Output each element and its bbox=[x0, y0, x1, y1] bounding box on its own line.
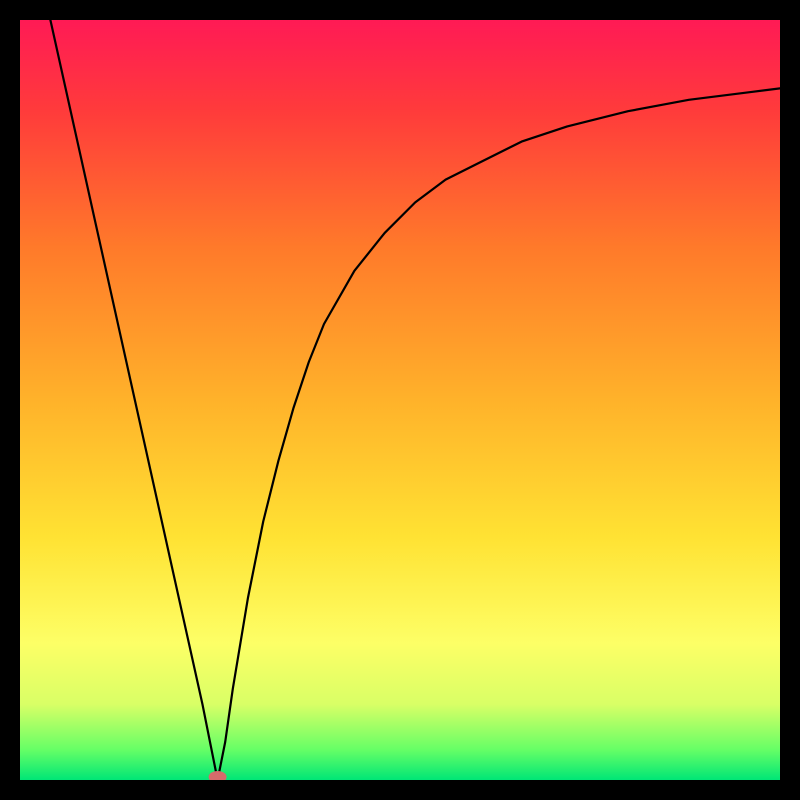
chart-frame: TheBottleneck.com bbox=[20, 20, 780, 780]
bottleneck-chart bbox=[20, 20, 780, 780]
